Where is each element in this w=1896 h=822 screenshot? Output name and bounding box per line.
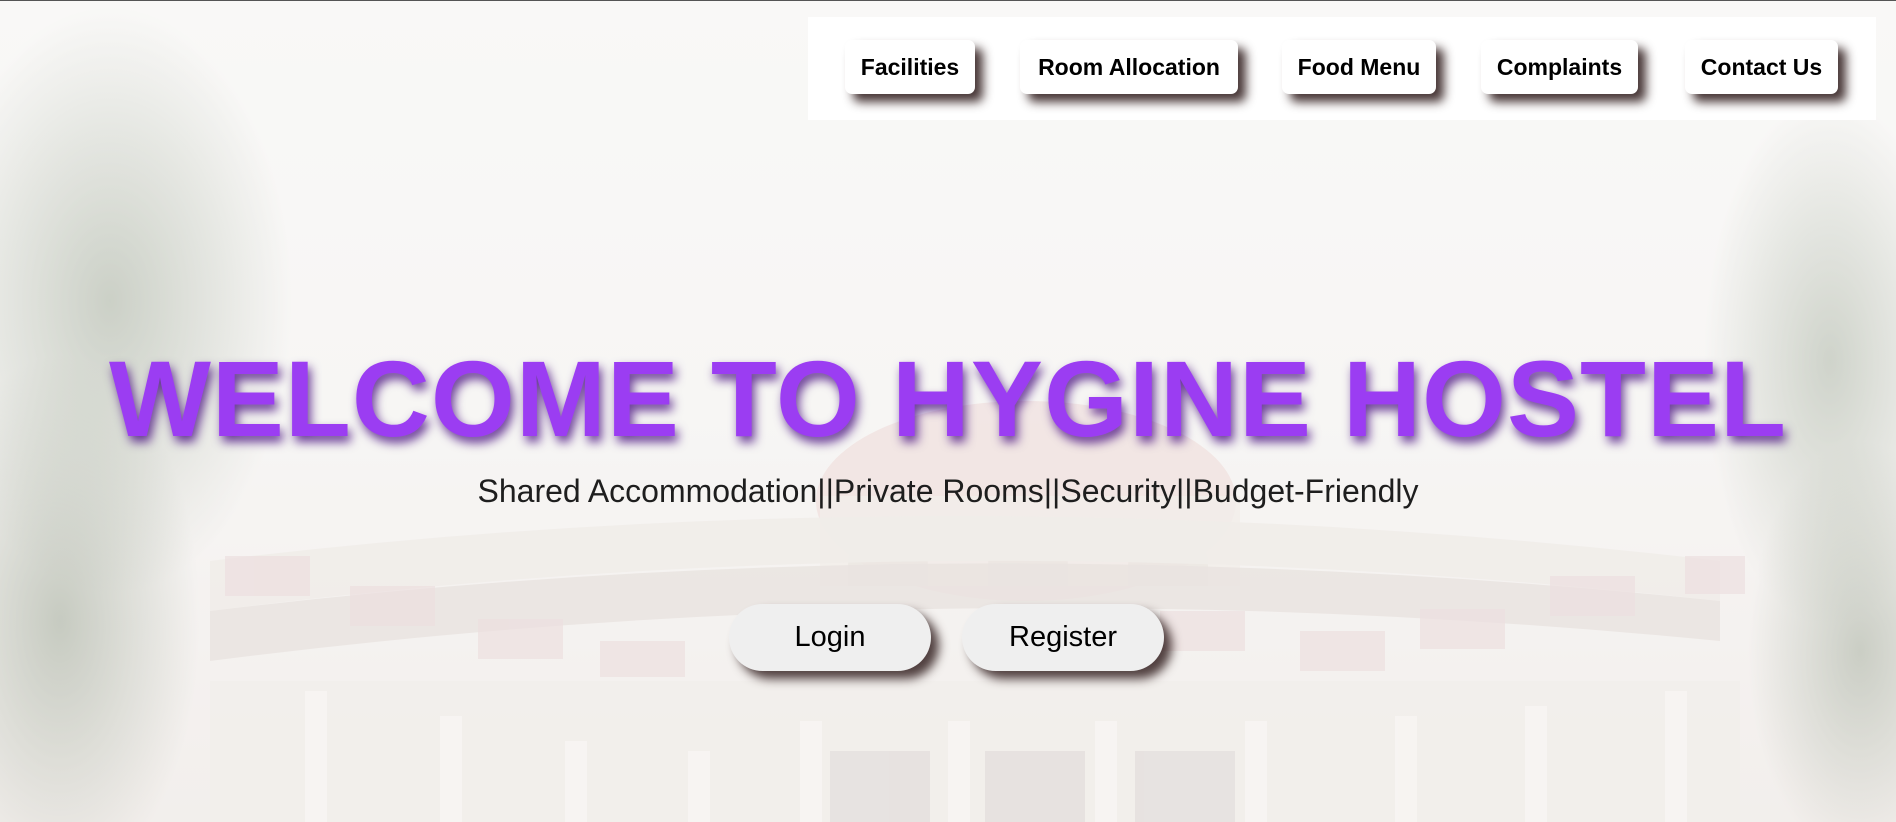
top-navigation: Facilities Room Allocation Food Menu Com…	[808, 17, 1876, 120]
nav-complaints-button[interactable]: Complaints	[1481, 40, 1638, 94]
login-button[interactable]: Login	[729, 604, 931, 671]
nav-contact-us-button[interactable]: Contact Us	[1685, 40, 1838, 94]
nav-facilities-button[interactable]: Facilities	[845, 40, 975, 94]
nav-room-allocation-button[interactable]: Room Allocation	[1020, 40, 1238, 94]
hero-subtitle: Shared Accommodation||Private Rooms||Sec…	[477, 473, 1419, 509]
register-button[interactable]: Register	[962, 604, 1164, 671]
page: Facilities Room Allocation Food Menu Com…	[0, 0, 1896, 822]
hero-title: WELCOME TO HYGINE HOSTEL	[108, 338, 1788, 459]
nav-food-menu-button[interactable]: Food Menu	[1282, 40, 1436, 94]
